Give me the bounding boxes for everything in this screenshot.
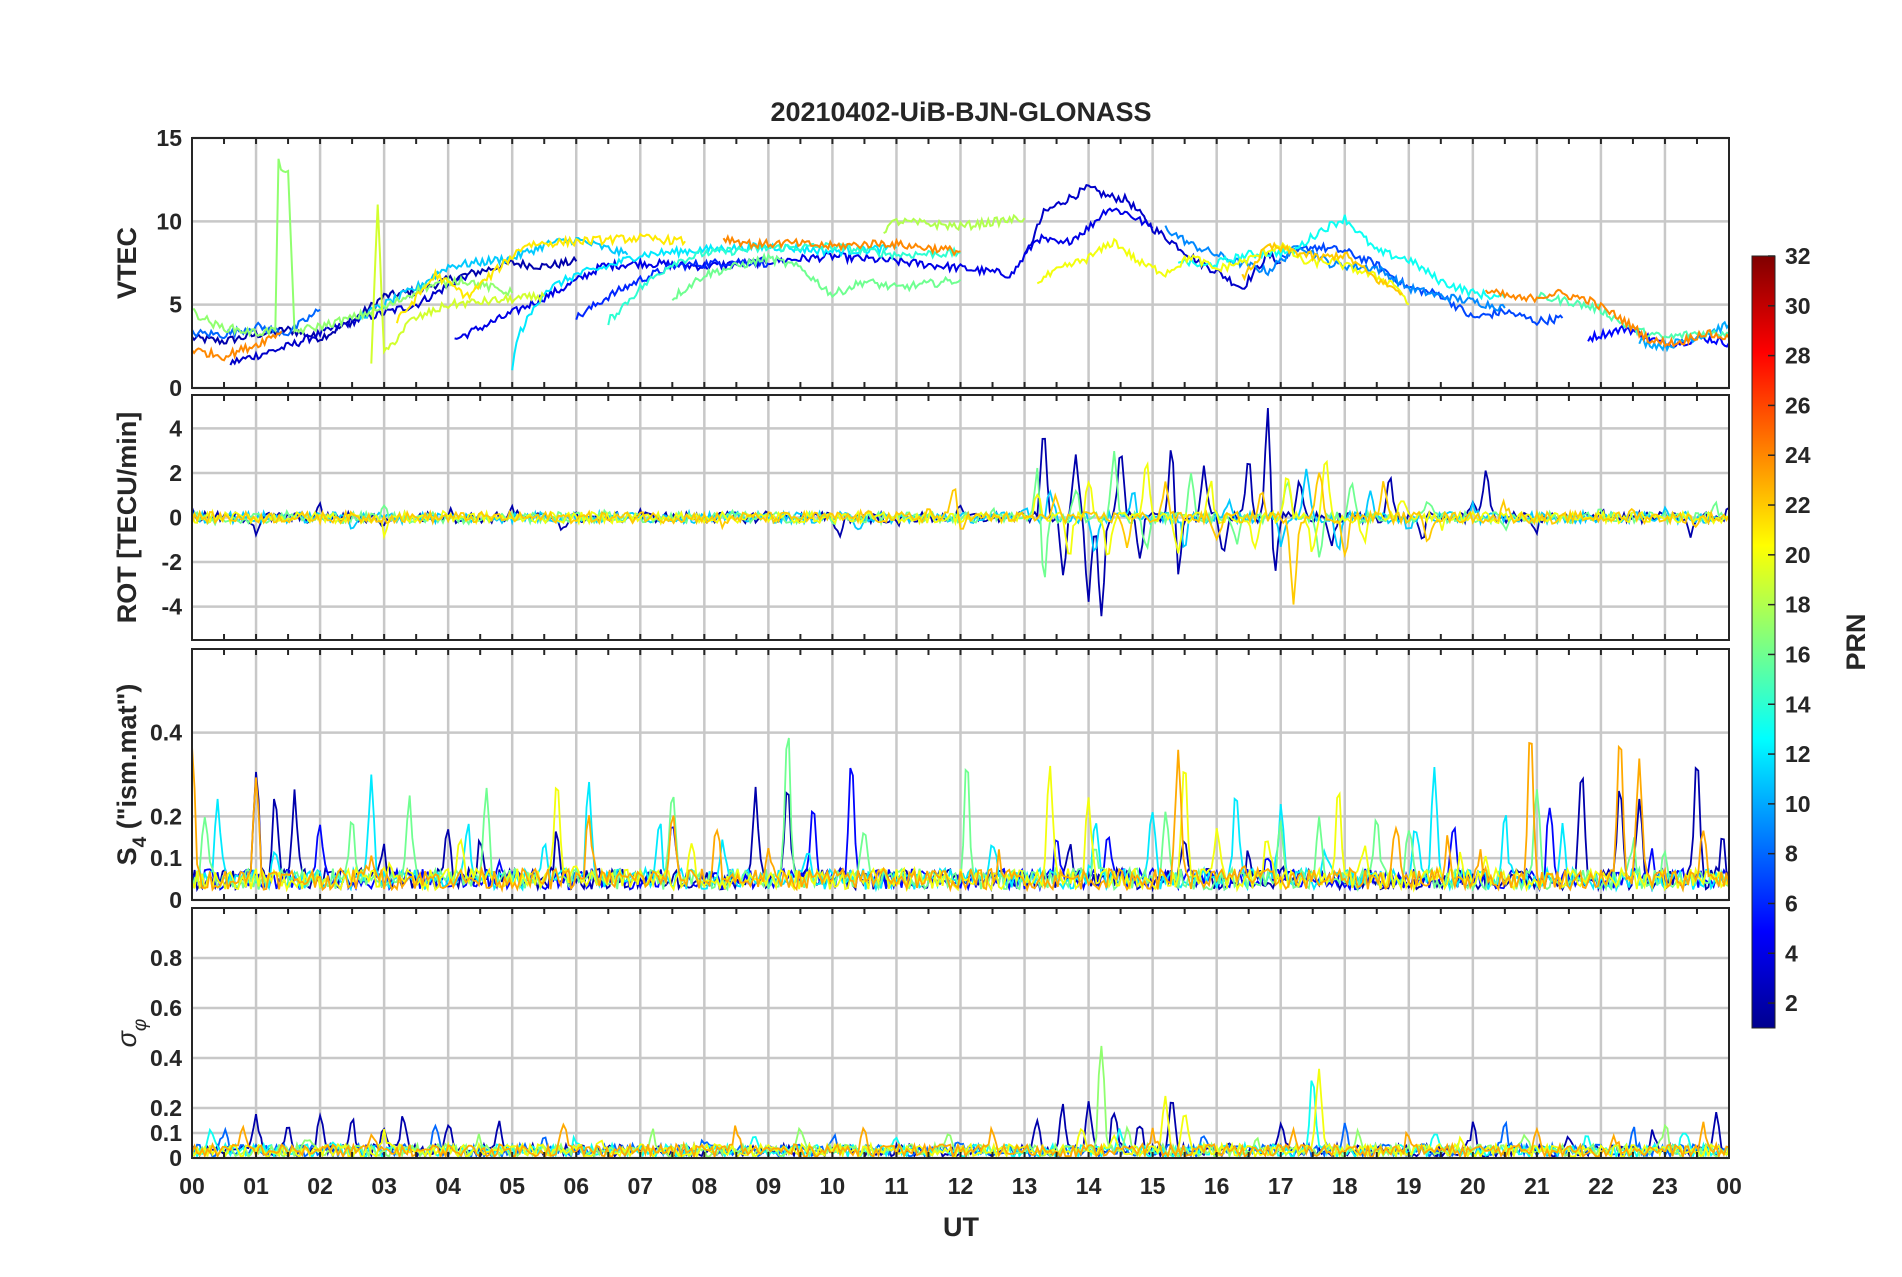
colorbar-tick-label: 28: [1785, 343, 1811, 369]
y-tick-label: 0.1: [150, 845, 182, 871]
colorbar-tick-label: 24: [1785, 442, 1811, 468]
y-tick-label: 0: [169, 505, 182, 531]
colorbar-tick-label: 18: [1785, 592, 1811, 618]
x-tick-label: 08: [692, 1173, 718, 1199]
y-tick-label: 0.8: [150, 945, 182, 971]
y-tick-label: 0: [169, 887, 182, 913]
y-axis-label-rest: ("ism.mat"): [112, 684, 142, 837]
x-axis: 00 01 02 03 04 05 06 07 08 09 10 11 12 13 14 15 16 17 18 19…: [179, 1173, 1742, 1199]
x-tick-label: 09: [756, 1173, 782, 1199]
y-axis-label: σφ: [112, 1019, 151, 1048]
y-tick-label: 10: [156, 208, 182, 234]
x-tick-label: 19: [1396, 1173, 1422, 1199]
x-tick-label: 15: [1140, 1173, 1166, 1199]
y-axis-label-main: σ: [112, 1029, 142, 1047]
colorbar-tick-label: 30: [1785, 293, 1811, 319]
x-tick-label: 23: [1652, 1173, 1678, 1199]
y-axis-label-sub: φ: [130, 1019, 151, 1031]
panel-2: -4 -2 0 2 4 ROT [TECU/min]: [112, 394, 1730, 641]
y-tick-label: 0.6: [150, 995, 182, 1021]
y-axis-label-main: S: [112, 847, 142, 865]
y-tick-label: 0: [169, 1145, 182, 1171]
y-tick-label: 0: [169, 375, 182, 401]
figure: 20210402-UiB-BJN-GLONASS 0 5 10 15 VTEC -4 -2 0…: [0, 0, 1902, 1272]
y-tick-label: 0.2: [150, 1095, 182, 1121]
panel-1: 0 5 10 15 VTEC: [112, 125, 1730, 401]
x-tick-label: 18: [1332, 1173, 1358, 1199]
x-tick-label: 06: [563, 1173, 589, 1199]
x-tick-label: 01: [243, 1173, 269, 1199]
colorbar-tick-label: 26: [1785, 392, 1811, 418]
x-tick-label: 05: [499, 1173, 525, 1199]
colorbar-tick-label: 2: [1785, 990, 1798, 1016]
x-tick-label: 11: [884, 1173, 909, 1199]
y-tick-label: -2: [162, 549, 182, 575]
y-tick-label: 4: [169, 415, 182, 441]
y-tick-label: 0.2: [150, 803, 182, 829]
colorbar-tick-label: 8: [1785, 841, 1798, 867]
x-tick-label: 04: [435, 1173, 461, 1199]
colorbar-tick-label: 10: [1785, 791, 1811, 817]
x-tick-label: 20: [1460, 1173, 1486, 1199]
x-tick-label: 22: [1588, 1173, 1614, 1199]
y-tick-label: 2: [169, 460, 182, 486]
x-tick-label: 14: [1076, 1173, 1102, 1199]
colorbar-label: PRN: [1841, 613, 1871, 670]
chart-svg: 20210402-UiB-BJN-GLONASS 051015VTEC-4-20…: [112, 97, 1871, 1242]
x-tick-label: 16: [1204, 1173, 1230, 1199]
y-tick-label: 0.1: [150, 1120, 182, 1146]
chart-title: 20210402-UiB-BJN-GLONASS: [770, 97, 1151, 127]
x-tick-label: 13: [1012, 1173, 1038, 1199]
x-tick-label: 02: [307, 1173, 333, 1199]
y-tick-label: -4: [162, 594, 183, 620]
y-axis-label: ROT [TECU/min]: [112, 412, 142, 623]
panel-3: 00.10.20.4S4 ("ism.mat"): [112, 648, 1730, 913]
x-axis-label: UT: [943, 1212, 979, 1242]
colorbar-tick-label: 12: [1785, 741, 1811, 767]
y-axis-label: VTEC: [112, 227, 142, 299]
x-tick-label: 12: [948, 1173, 974, 1199]
colorbar-tick-label: 14: [1785, 691, 1811, 717]
x-tick-label: 00: [1716, 1173, 1742, 1199]
colorbar: 2468101214161820222426283032 PRN: [1751, 243, 1871, 1029]
colorbar-tick-label: 22: [1785, 492, 1811, 518]
colorbar-tick-label: 32: [1785, 243, 1811, 269]
colorbar-tick-label: 6: [1785, 890, 1798, 916]
y-tick-label: 15: [156, 125, 182, 151]
x-tick-label: 17: [1268, 1173, 1294, 1199]
panel-4: 00.10.2 0.4 0.6 0.8 σφ: [112, 907, 1730, 1171]
x-tick-label: 10: [820, 1173, 846, 1199]
x-tick-label: 07: [627, 1173, 653, 1199]
colorbar-gradient: [1751, 255, 1776, 1029]
y-axis-label: S4 ("ism.mat"): [112, 684, 151, 866]
x-tick-label: 00: [179, 1173, 205, 1199]
x-tick-label: 03: [371, 1173, 397, 1199]
y-tick-label: 0.4: [150, 1045, 182, 1071]
x-tick-label: 21: [1524, 1173, 1550, 1199]
colorbar-tick-label: 16: [1785, 641, 1811, 667]
y-tick-label: 0.4: [150, 720, 182, 746]
panels-group: 051015VTEC-4-2024ROT [TECU/min]00.10.20.…: [112, 125, 1730, 1171]
colorbar-tick-label: 4: [1785, 940, 1798, 966]
y-axis-label-sub: 4: [130, 836, 151, 847]
colorbar-tick-label: 20: [1785, 542, 1811, 568]
y-tick-label: 5: [169, 292, 182, 318]
